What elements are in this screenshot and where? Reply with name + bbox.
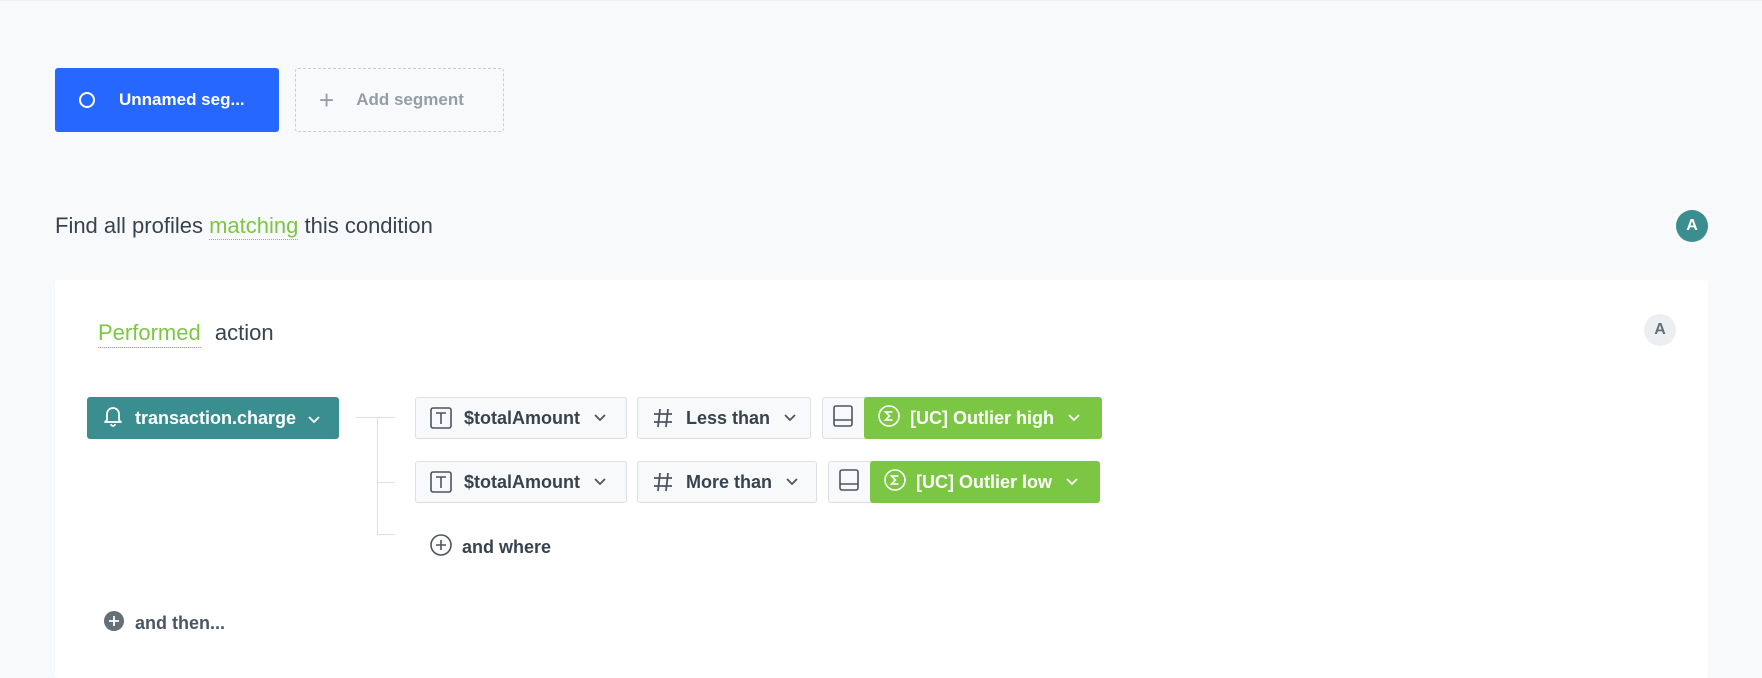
value-label: [UC] Outlier low: [916, 471, 1052, 492]
and-where-button[interactable]: and where: [430, 534, 551, 561]
step-badge[interactable]: A: [1644, 314, 1676, 346]
and-then-button[interactable]: and then...: [103, 610, 225, 637]
connector-line: [377, 534, 395, 535]
book-icon: [839, 468, 859, 496]
chevron-down-icon: [1066, 478, 1078, 486]
connector-line: [356, 417, 395, 418]
matching-selector[interactable]: matching: [209, 213, 299, 240]
plus-circle-icon: [430, 534, 452, 561]
sigma-icon: [878, 404, 900, 432]
operator-label: Less than: [686, 407, 771, 428]
plus-icon: +: [319, 85, 335, 115]
and-where-label: and where: [462, 537, 552, 557]
chevron-down-icon: [784, 414, 796, 422]
condition-suffix: this condition: [304, 213, 433, 238]
add-segment-button[interactable]: + Add segment: [295, 68, 504, 132]
event-selector[interactable]: transaction.charge: [87, 397, 339, 439]
condition-prefix: Find all profiles: [55, 213, 203, 238]
connector-line: [377, 482, 395, 483]
book-icon: [833, 404, 853, 432]
condition-heading: Find all profiles matching this conditio…: [55, 213, 433, 240]
connector-line: [377, 417, 378, 534]
parameter-label: $totalAmount: [464, 407, 580, 428]
chevron-down-icon: [786, 478, 798, 486]
text-type-icon: [430, 407, 452, 429]
chevron-down-icon: [594, 414, 606, 422]
parameter-label: $totalAmount: [464, 471, 580, 492]
chevron-down-icon: [1068, 414, 1080, 422]
condition-step-panel: Performed action A transaction.charge $t…: [55, 280, 1708, 678]
operator-label: More than: [686, 471, 773, 492]
and-then-label: and then...: [135, 613, 225, 633]
bell-icon: [103, 405, 123, 432]
plus-circle-filled-icon: [103, 610, 125, 637]
performed-selector[interactable]: Performed: [98, 320, 201, 348]
segment-tab-label: Unnamed seg...: [119, 90, 245, 109]
segment-tab-unnamed[interactable]: Unnamed seg...: [55, 68, 279, 132]
value-selector[interactable]: [UC] Outlier high: [864, 397, 1102, 439]
value-label: [UC] Outlier high: [910, 407, 1054, 428]
operator-selector[interactable]: More than: [637, 461, 817, 503]
hash-icon: [652, 407, 674, 429]
step-label: action: [214, 320, 274, 345]
top-divider: [0, 0, 1762, 1]
parameter-selector[interactable]: $totalAmount: [415, 397, 627, 439]
sigma-icon: [884, 468, 906, 496]
circle-icon: [79, 92, 95, 108]
add-segment-label: Add segment: [356, 90, 464, 109]
hash-icon: [652, 471, 674, 493]
text-type-icon: [430, 471, 452, 493]
chevron-down-icon: [308, 408, 320, 429]
step-title: Performed action: [98, 320, 274, 348]
event-name: transaction.charge: [135, 407, 297, 428]
value-selector[interactable]: [UC] Outlier low: [870, 461, 1100, 503]
condition-badge[interactable]: A: [1676, 210, 1708, 242]
operator-selector[interactable]: Less than: [637, 397, 811, 439]
parameter-selector[interactable]: $totalAmount: [415, 461, 627, 503]
chevron-down-icon: [594, 478, 606, 486]
